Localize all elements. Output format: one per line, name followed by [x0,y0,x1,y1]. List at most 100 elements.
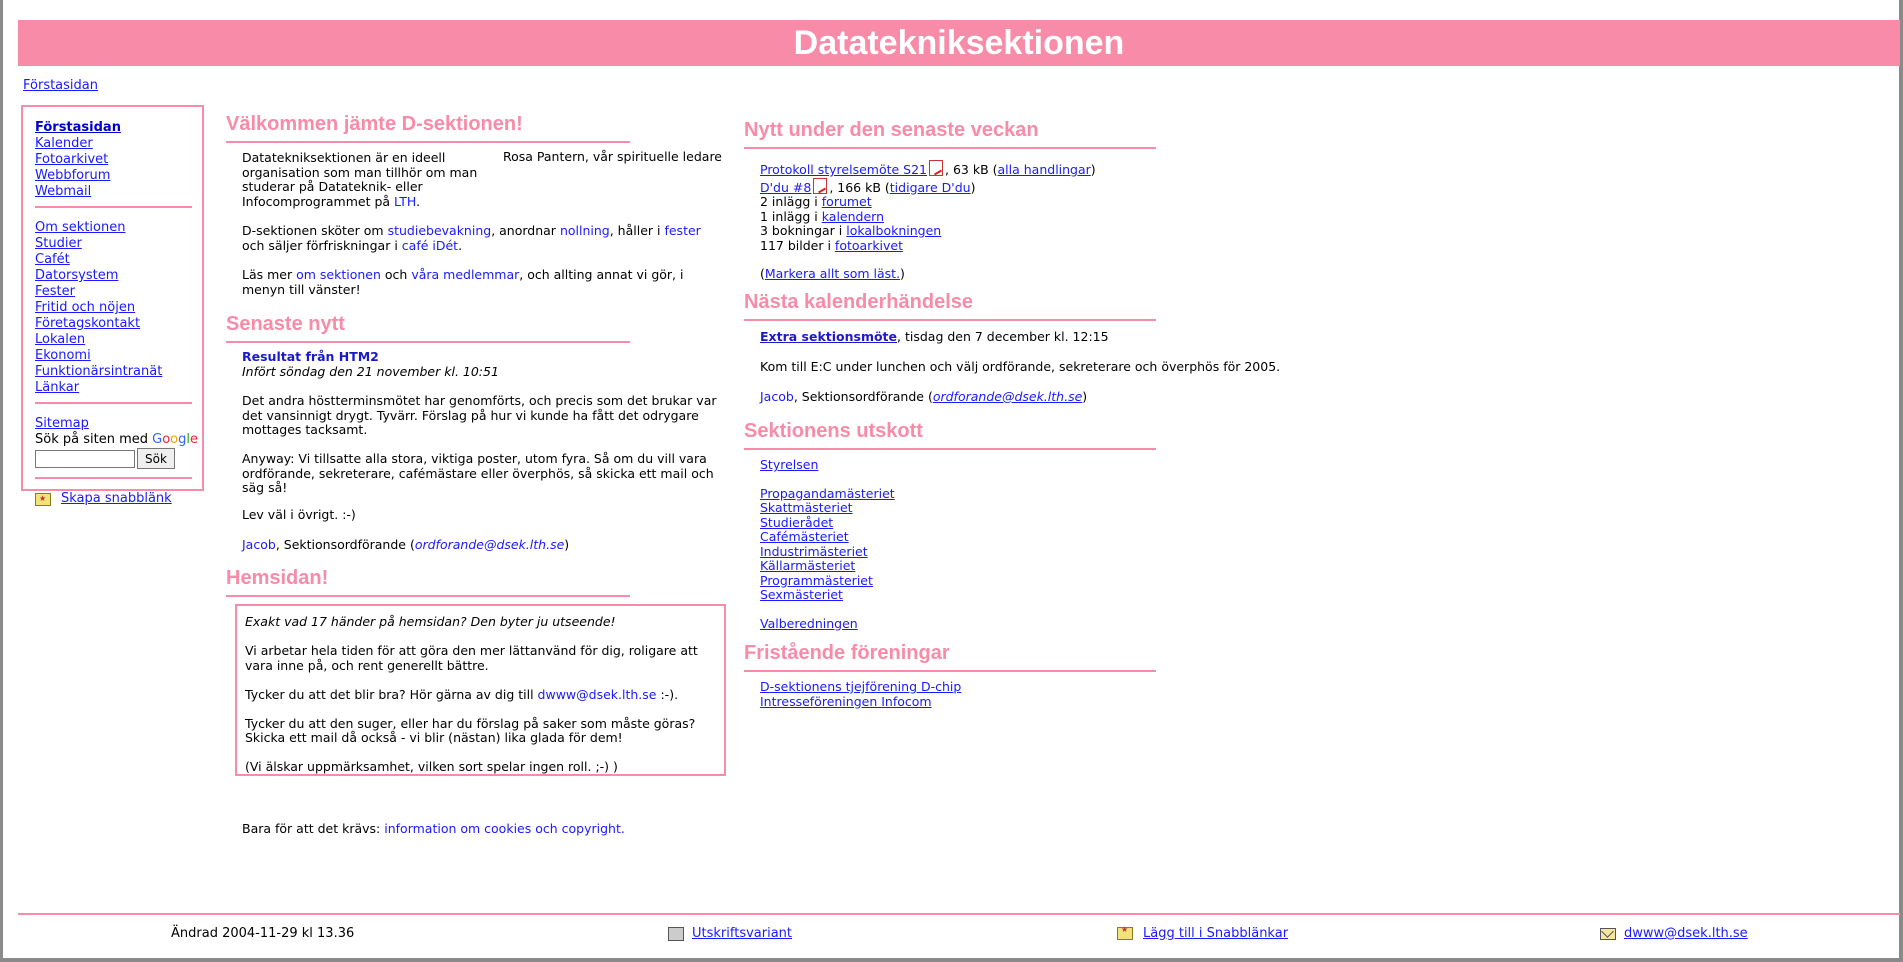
committees-section: Sektionens utskott [744,420,1156,450]
associations-heading: Fristående föreningar [744,642,950,664]
pantern-image-alt: Rosa Pantern, vår spirituelle ledare [503,149,722,164]
print-version-link[interactable]: Utskriftsvariant [692,926,792,941]
protokoll-link[interactable]: Protokoll styrelsemöte S21 [760,162,927,177]
search-input[interactable] [35,449,135,468]
sidebar-menu: Förstasidan Kalender Fotoarkivet Webbfor… [21,105,204,507]
ordforande-email-link[interactable]: ordforande@dsek.lth.se [933,389,1082,404]
sidebar-item-funktionarsintranat[interactable]: Funktionärsintranät [35,364,202,380]
recent-list: Protokoll styrelsemöte S21, 63 kB (alla … [760,160,1096,281]
nollning-link[interactable]: nollning [560,223,610,238]
alla-handlingar-link[interactable]: alla handlingar [998,162,1091,177]
sidebar-item-fritid[interactable]: Fritid och nöjen [35,300,202,316]
news-p2: Anyway: Vi tillsatte alla stora, viktiga… [242,451,714,495]
committee-link[interactable]: Studierådet [760,515,833,530]
sidebar-item-ekonomi[interactable]: Ekonomi [35,348,202,364]
sidebar-item-studier[interactable]: Studier [35,236,202,252]
heading-underline [744,319,1156,321]
add-quicklink-link[interactable]: Lägg till i Snabblänkar [1143,926,1288,941]
homepage-p2: Vi arbetar hela tiden för att göra den m… [245,643,698,673]
committee-link[interactable]: Sexmästeriet [760,587,843,602]
committee-link[interactable]: Propagandamästeriet [760,486,895,501]
heading-underline [744,147,1156,149]
sidebar-item-fotoarkivet[interactable]: Fotoarkivet [35,152,202,168]
news-item: Resultat från HTM2 Infört söndag den 21 … [242,349,722,379]
breadcrumb-home-link[interactable]: Förstasidan [23,78,98,93]
associations-list: D-sektionens tjejförening D-chip Intress… [760,679,1160,709]
pdf-icon [813,177,828,194]
cookies-link[interactable]: information om cookies och copyright. [384,821,625,836]
last-changed: Ändrad 2004-11-29 kl 13.36 [171,926,355,941]
ordforande-email-link[interactable]: ordforande@dsek.lth.se [415,537,564,552]
sidebar-item-om-sektionen[interactable]: Om sektionen [35,220,202,236]
committee-link[interactable]: Industrimästeriet [760,544,868,559]
heading-underline [744,670,1156,672]
sidebar-item-lokalen[interactable]: Lokalen [35,332,202,348]
sidebar-item-lankar[interactable]: Länkar [35,380,202,396]
news-signature: Jacob, Sektionsordförande (ordforande@ds… [242,537,570,552]
studiebevakning-link[interactable]: studiebevakning [388,223,492,238]
committee-link-valberedningen[interactable]: Valberedningen [760,616,858,631]
committee-link[interactable]: Programmästeriet [760,573,873,588]
pdf-icon [929,160,944,176]
sidebar-divider [35,477,192,479]
homepage-p3: Tycker du att det blir bra? Hör gärna av… [245,686,679,702]
heading-underline [226,141,630,143]
lth-link[interactable]: LTH [394,194,416,209]
committee-link[interactable]: Källarmästeriet [760,558,855,573]
vara-medlemmar-link[interactable]: våra medlemmar [411,267,519,282]
search-button[interactable]: Sök [137,448,175,469]
folder-star-icon [1117,925,1133,940]
sidebar-item-webmail[interactable]: Webmail [35,184,202,200]
jacob-link[interactable]: Jacob [242,537,276,552]
create-quicklink-link[interactable]: Skapa snabblänk [61,491,172,507]
welcome-p2: D-sektionen sköter om studiebevakning, a… [242,223,701,253]
sidebar-item-sitemap[interactable]: Sitemap [35,416,202,432]
site-banner: Datateknik­sektionen [18,20,1900,66]
window-frame-left [0,0,3,962]
kalendern-link[interactable]: kalendern [822,209,884,224]
mark-all-read-link[interactable]: Markera allt som läst. [765,266,900,281]
heading-underline [226,595,630,597]
sidebar-item-forstasidan[interactable]: Förstasidan [35,120,202,136]
lokalbokningen-link[interactable]: lokalbokningen [846,223,941,238]
news-section: Senaste nytt [226,313,630,343]
sidebar-item-kalender[interactable]: Kalender [35,136,202,152]
sidebar-divider [35,206,192,208]
news-p3: Lev väl i övrigt. :-) [242,507,356,522]
sidebar-item-cafet[interactable]: Cafét [35,252,202,268]
printer-icon [668,926,684,941]
welcome-section: Välkommen jämte D-sektionen! [226,113,630,143]
ddu-link[interactable]: D'du #8 [760,180,811,195]
committees-list: Styrelsen Propagandamästeriet Skattmäste… [760,457,1060,631]
next-event-item: Extra sektionsmöte, tisdag den 7 decembe… [760,329,1109,344]
news-heading: Senaste nytt [226,313,345,335]
homepage-p4: Tycker du att den suger, eller har du fö… [245,715,696,745]
welcome-heading: Välkommen jämte D-sektionen! [226,113,523,135]
committee-link[interactable]: Skattmästeriet [760,500,853,515]
associations-section: Fristående föreningar [744,642,1156,672]
folder-star-icon [35,491,51,507]
event-link[interactable]: Extra sektionsmöte [760,329,897,344]
sidebar-item-datorsystem[interactable]: Datorsystem [35,268,202,284]
tidigare-ddu-link[interactable]: tidigare D'du [890,180,971,195]
sidebar-item-webbforum[interactable]: Webbforum [35,168,202,184]
fester-link[interactable]: fester [664,223,700,238]
om-sektionen-link[interactable]: om sektionen [296,267,381,282]
footer-email-link[interactable]: dwww@dsek.lth.se [1624,926,1748,941]
committees-heading: Sektionens utskott [744,420,923,442]
association-link[interactable]: Intresseföreningen Infocom [760,694,932,709]
sidebar-item-foretagskontakt[interactable]: Företagskontakt [35,316,202,332]
fotoarkivet-link[interactable]: fotoarkivet [835,238,903,253]
next-event-body: Kom till E:C under lunchen och välj ordf… [760,359,1281,374]
sidebar-item-fester[interactable]: Fester [35,284,202,300]
committee-link-styrelsen[interactable]: Styrelsen [760,457,818,472]
dwww-email-link[interactable]: dwww@dsek.lth.se [538,687,657,702]
forumet-link[interactable]: forumet [822,194,872,209]
news-headline-link[interactable]: Resultat från HTM2 [242,349,379,364]
homepage-p5: (Vi älskar uppmärksamhet, vilken sort sp… [245,759,618,774]
homepage-notice-box: Exakt vad 17 händer på hemsidan? Den byt… [235,604,726,776]
cafe-idet-link[interactable]: café iDét [402,238,458,253]
jacob-link[interactable]: Jacob [760,389,794,404]
association-link[interactable]: D-sektionens tjejförening D-chip [760,679,961,694]
committee-link[interactable]: Cafémästeriet [760,529,849,544]
